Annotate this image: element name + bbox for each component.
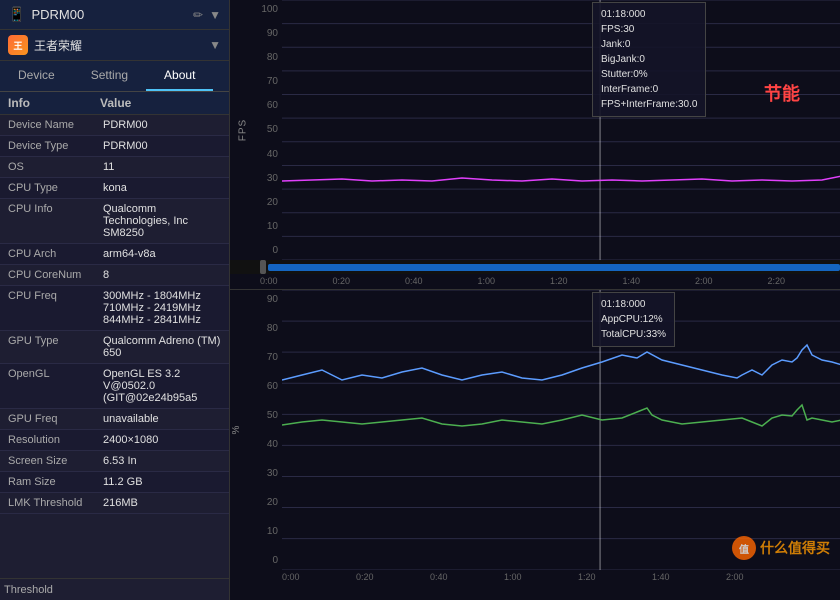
app-selector[interactable]: 王 王者荣耀 ▼ bbox=[0, 30, 229, 61]
cpu-x-axis: 0:00 0:20 0:40 1:00 1:20 1:40 2:00 bbox=[230, 570, 840, 588]
fps-chart-container: FPS 100 90 80 70 60 50 40 30 20 10 0 bbox=[230, 0, 840, 290]
watermark-text: 什么值得买 bbox=[760, 538, 830, 558]
tab-about[interactable]: About bbox=[146, 61, 213, 91]
table-row: CPU Archarm64-v8a bbox=[0, 244, 229, 265]
fps-chart-inner: 01:18:000 FPS:30 Jank:0 BigJank:0 Stutte… bbox=[282, 0, 840, 260]
table-row: GPU Frequnavailable bbox=[0, 409, 229, 430]
fps-y-axis: 100 90 80 70 60 50 40 30 20 10 0 bbox=[252, 0, 282, 260]
timeline-progress[interactable] bbox=[268, 264, 840, 271]
fps-grid-svg bbox=[282, 0, 840, 260]
table-row: Screen Size6.53 In bbox=[0, 451, 229, 472]
cpu-chart-area: % 90 80 70 60 50 40 30 20 10 0 bbox=[230, 290, 840, 570]
table-row: OS11 bbox=[0, 157, 229, 178]
device-icon: 📱 bbox=[8, 6, 25, 23]
timeline-bar[interactable] bbox=[230, 260, 840, 274]
app-avatar: 王 bbox=[8, 35, 28, 55]
cpu-grid-svg bbox=[282, 290, 840, 570]
device-name: PDRM00 bbox=[31, 7, 187, 22]
table-row: Ram Size11.2 GB bbox=[0, 472, 229, 493]
app-name: 王者荣耀 bbox=[34, 37, 203, 54]
fps-node-label: 节能 bbox=[764, 80, 800, 106]
info-table-header: Info Value bbox=[0, 92, 229, 115]
table-row: LMK Threshold216MB bbox=[0, 493, 229, 514]
table-row: GPU TypeQualcomm Adreno (TM) 650 bbox=[0, 331, 229, 364]
info-data-table: Device NamePDRM00 Device TypePDRM00 OS11… bbox=[0, 115, 229, 514]
col-info: Info bbox=[8, 96, 30, 110]
tab-setting[interactable]: Setting bbox=[73, 61, 146, 91]
timeline-handle-left[interactable] bbox=[260, 260, 266, 274]
cpu-chart-inner: 01:18:000 AppCPU:12% TotalCPU:33% 值 什么值得… bbox=[282, 290, 840, 570]
tab-device[interactable]: Device bbox=[0, 61, 73, 91]
table-row: CPU Freq300MHz - 1804MHz710MHz - 2419MHz… bbox=[0, 286, 229, 331]
table-row: CPU CoreNum8 bbox=[0, 265, 229, 286]
table-row: Device TypePDRM00 bbox=[0, 136, 229, 157]
col-value: Value bbox=[100, 96, 131, 110]
table-row: Device NamePDRM00 bbox=[0, 115, 229, 136]
table-row: Resolution2400×1080 bbox=[0, 430, 229, 451]
table-row: OpenGLOpenGL ES 3.2 V@0502.0 (GIT@02e24b… bbox=[0, 364, 229, 409]
table-row: CPU InfoQualcomm Technologies, Inc SM825… bbox=[0, 199, 229, 244]
device-selector[interactable]: 📱 PDRM00 ✏ ▼ bbox=[0, 0, 229, 30]
app-dropdown-icon[interactable]: ▼ bbox=[209, 38, 221, 52]
edit-icon[interactable]: ✏ bbox=[193, 8, 203, 22]
left-panel: 📱 PDRM00 ✏ ▼ 王 王者荣耀 ▼ Device Setting Abo… bbox=[0, 0, 230, 600]
watermark: 值 什么值得买 bbox=[732, 536, 830, 560]
table-row: CPU Typekona bbox=[0, 178, 229, 199]
threshold-label: Threshold bbox=[0, 582, 57, 598]
right-panel: FPS 100 90 80 70 60 50 40 30 20 10 0 bbox=[230, 0, 840, 600]
tabs: Device Setting About bbox=[0, 61, 229, 92]
fps-y-label: FPS bbox=[238, 119, 249, 141]
watermark-icon: 值 bbox=[732, 536, 756, 560]
device-dropdown-icon[interactable]: ▼ bbox=[209, 8, 221, 22]
threshold-row: Threshold bbox=[0, 578, 229, 600]
fps-chart-area: FPS 100 90 80 70 60 50 40 30 20 10 0 bbox=[230, 0, 840, 260]
app-avatar-text: 王 bbox=[13, 39, 22, 52]
fps-y-axis-wrapper: FPS bbox=[230, 0, 252, 260]
info-table: Info Value Device NamePDRM00 Device Type… bbox=[0, 92, 229, 578]
fps-x-axis: 0:00 0:20 0:40 1:00 1:20 1:40 2:00 2:20 bbox=[230, 274, 840, 288]
cpu-y-axis: 90 80 70 60 50 40 30 20 10 0 bbox=[252, 290, 282, 570]
cpu-y-label: % bbox=[231, 426, 242, 435]
cpu-y-axis-wrapper: % bbox=[230, 290, 252, 570]
cpu-chart-container: % 90 80 70 60 50 40 30 20 10 0 bbox=[230, 290, 840, 600]
